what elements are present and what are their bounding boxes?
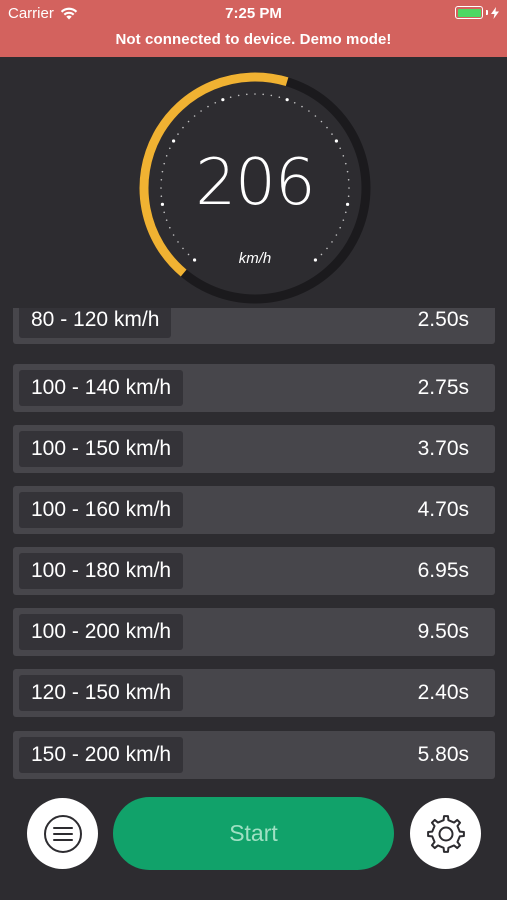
interval-time: 2.40s xyxy=(417,681,469,704)
interval-time: 5.80s xyxy=(417,743,469,766)
gauge-minor-tick xyxy=(172,234,175,236)
gauge-minor-tick xyxy=(246,93,248,96)
charging-bolt-icon xyxy=(491,6,499,19)
gauge-minor-tick xyxy=(314,115,317,117)
gauge-major-tick xyxy=(221,98,225,102)
interval-range: 80 - 120 km/h xyxy=(19,308,172,338)
interval-time: 4.70s xyxy=(417,498,469,521)
battery-icon xyxy=(455,6,499,19)
interval-time: 2.75s xyxy=(417,376,469,399)
speed-unit: km/h xyxy=(238,250,272,267)
interval-row[interactable]: 100 - 180 km/h 6.95s xyxy=(13,547,495,595)
gauge-minor-tick xyxy=(169,226,171,229)
gauge-major-tick xyxy=(171,139,176,143)
gauge-minor-tick xyxy=(331,241,333,243)
gauge-minor-tick xyxy=(182,126,184,129)
speed-value: 206 xyxy=(195,146,315,220)
interval-row[interactable]: 120 - 150 km/h 2.40s xyxy=(13,669,495,717)
interval-row[interactable]: 80 - 120 km/h 2.50s xyxy=(13,308,495,344)
settings-button[interactable] xyxy=(410,798,481,869)
list-icon xyxy=(43,814,82,853)
gauge-major-tick xyxy=(334,139,339,143)
interval-time: 9.50s xyxy=(417,620,469,643)
interval-range: 100 - 150 km/h xyxy=(19,431,184,467)
menu-button[interactable] xyxy=(27,798,98,869)
gauge-minor-tick xyxy=(262,93,264,96)
gauge-minor-tick xyxy=(177,133,179,135)
interval-range: 120 - 150 km/h xyxy=(19,675,184,711)
interval-range: 100 - 180 km/h xyxy=(19,553,184,589)
gear-icon xyxy=(426,814,465,853)
gauge-minor-tick xyxy=(326,247,328,250)
interval-time: 3.70s xyxy=(417,437,469,460)
gauge-minor-tick xyxy=(278,96,281,99)
gauge-minor-tick xyxy=(229,96,232,99)
gauge-minor-tick xyxy=(177,241,179,243)
gauge-minor-tick xyxy=(320,120,323,123)
interval-range: 100 - 140 km/h xyxy=(19,370,184,406)
start-button[interactable]: Start xyxy=(113,797,394,870)
gauge-minor-tick xyxy=(331,133,333,135)
interval-row[interactable]: 100 - 150 km/h 3.70s xyxy=(13,425,495,473)
gauge-minor-tick xyxy=(339,226,341,229)
gauge-minor-tick xyxy=(308,110,310,112)
gauge-minor-tick xyxy=(254,93,256,95)
gauge-minor-tick xyxy=(200,110,202,112)
interval-row[interactable]: 100 - 200 km/h 9.50s xyxy=(13,608,495,656)
gauge-minor-tick xyxy=(182,247,184,250)
interval-time: 6.95s xyxy=(417,559,469,582)
gauge-minor-tick xyxy=(270,94,273,97)
gauge-minor-tick xyxy=(293,102,296,104)
interval-range: 100 - 200 km/h xyxy=(19,614,184,650)
interval-row[interactable]: 100 - 140 km/h 2.75s xyxy=(13,364,495,412)
top-banner: Carrier 7:25 PM Not connected to device.… xyxy=(0,0,507,57)
gauge-minor-tick xyxy=(335,234,338,236)
interval-time: 2.50s xyxy=(417,308,469,331)
interval-list[interactable]: 80 - 120 km/h 2.50s 100 - 140 km/h 2.75s… xyxy=(13,308,495,780)
gauge-major-tick xyxy=(285,98,289,102)
interval-row[interactable]: 100 - 160 km/h 4.70s xyxy=(13,486,495,534)
gauge-minor-tick xyxy=(207,105,209,108)
gauge-minor-tick xyxy=(214,102,217,104)
gauge-minor-tick xyxy=(301,105,303,108)
gauge-minor-tick xyxy=(187,120,190,123)
interval-range: 100 - 160 km/h xyxy=(19,492,184,528)
gauge-minor-tick xyxy=(237,94,240,97)
speed-gauge: 206 km/h xyxy=(135,68,375,308)
interval-range: 150 - 200 km/h xyxy=(19,737,184,773)
gauge-minor-tick xyxy=(326,126,328,129)
status-time: 7:25 PM xyxy=(225,5,282,22)
gauge-minor-tick xyxy=(193,115,196,117)
interval-row[interactable]: 150 - 200 km/h 5.80s xyxy=(13,731,495,779)
demo-mode-banner: Not connected to device. Demo mode! xyxy=(115,31,392,48)
